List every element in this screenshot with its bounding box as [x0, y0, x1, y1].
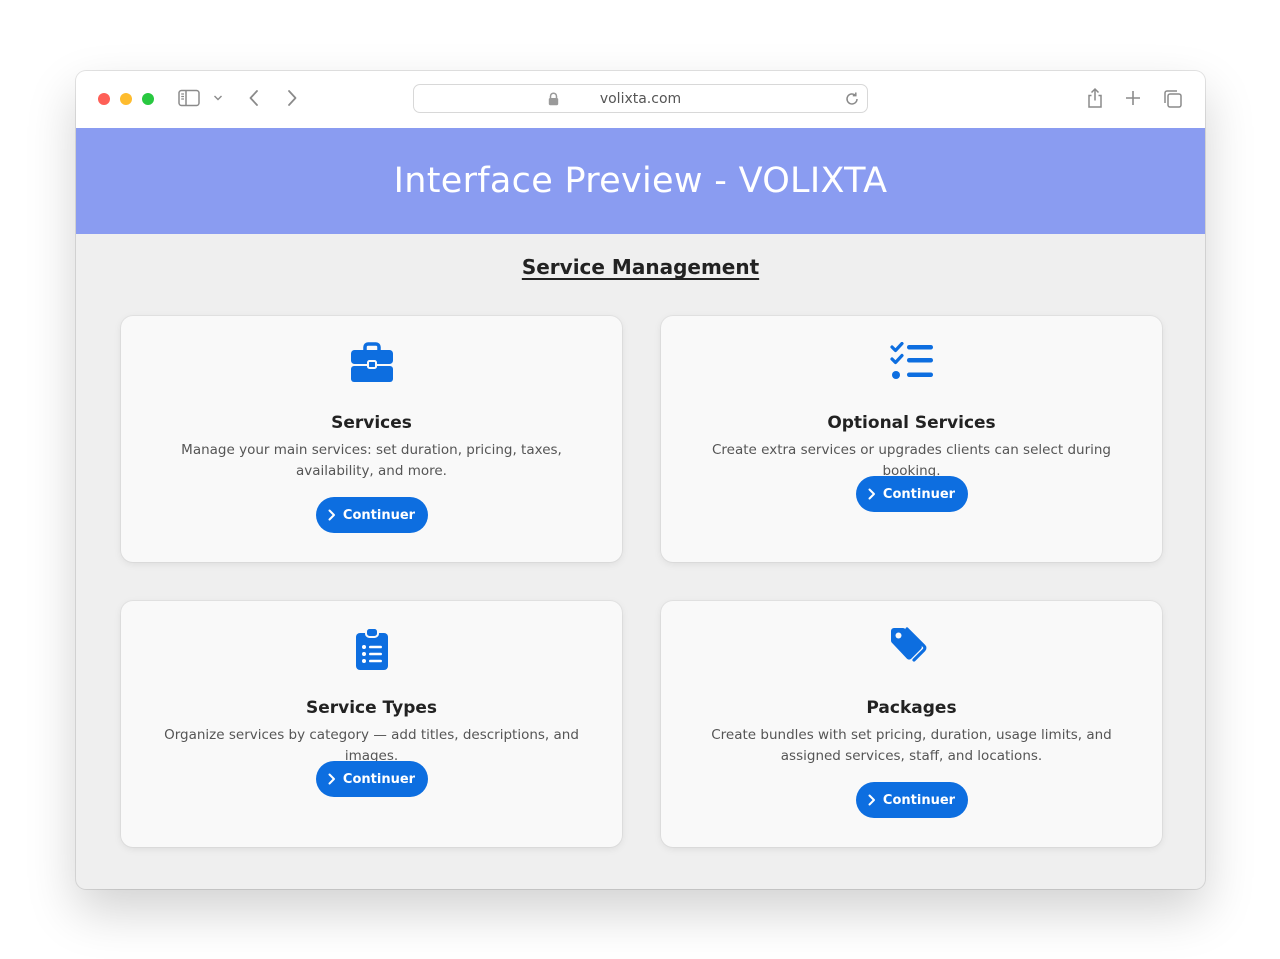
chevron-right-icon: [868, 488, 875, 500]
address-bar[interactable]: volixta.com: [413, 84, 868, 113]
page-header-banner: Interface Preview - VOLIXTA: [76, 128, 1205, 234]
sidebar-icon[interactable]: [178, 89, 200, 107]
packages-card: Packages Create bundles with set pricing…: [661, 601, 1162, 847]
forward-icon[interactable]: [286, 89, 298, 107]
service-types-card: Service Types Organize services by categ…: [121, 601, 622, 847]
url-text: volixta.com: [599, 91, 682, 107]
button-label: Continuer: [882, 486, 956, 502]
service-types-continue-button[interactable]: Continuer: [315, 761, 428, 797]
optional-services-card: Optional Services Create extra services …: [661, 316, 1162, 562]
chevron-right-icon: [868, 794, 875, 806]
tags-icon: [661, 627, 1162, 667]
new-tab-icon[interactable]: [1125, 90, 1141, 106]
services-card: Services Manage your main services: set …: [121, 316, 622, 562]
chevron-right-icon: [328, 509, 335, 521]
services-continue-button[interactable]: Continuer: [315, 497, 428, 533]
packages-continue-button[interactable]: Continuer: [855, 782, 968, 818]
card-title: Service Types: [305, 698, 438, 718]
tabs-overview-icon[interactable]: [1163, 89, 1183, 109]
card-description: Create bundles with set pricing, duratio…: [711, 727, 1112, 764]
reload-icon[interactable]: [844, 91, 860, 112]
browser-window: volixta.com Interface Preview - VOLIXTA …: [76, 71, 1205, 889]
minimize-window-button[interactable]: [120, 93, 132, 105]
browser-toolbar: volixta.com: [76, 71, 1205, 128]
back-icon[interactable]: [248, 89, 260, 107]
card-title: Optional Services: [827, 413, 996, 433]
optional-services-continue-button[interactable]: Continuer: [855, 476, 968, 512]
close-window-button[interactable]: [98, 93, 110, 105]
button-label: Continuer: [882, 792, 956, 808]
window-controls: [98, 93, 154, 105]
page-title: Interface Preview - VOLIXTA: [393, 161, 888, 201]
chevron-right-icon: [328, 773, 335, 785]
button-label: Continuer: [342, 507, 416, 523]
briefcase-icon: [121, 342, 622, 384]
clipboard-list-icon: [121, 627, 622, 671]
card-title: Packages: [866, 698, 957, 718]
card-description: Manage your main services: set duration,…: [181, 442, 562, 479]
share-icon[interactable]: [1086, 87, 1104, 109]
zoom-window-button[interactable]: [142, 93, 154, 105]
button-label: Continuer: [342, 771, 416, 787]
card-title: Services: [331, 413, 412, 433]
chevron-down-icon[interactable]: [213, 94, 223, 102]
checklist-icon: [661, 342, 1162, 382]
section-title: Service Management: [521, 255, 760, 279]
